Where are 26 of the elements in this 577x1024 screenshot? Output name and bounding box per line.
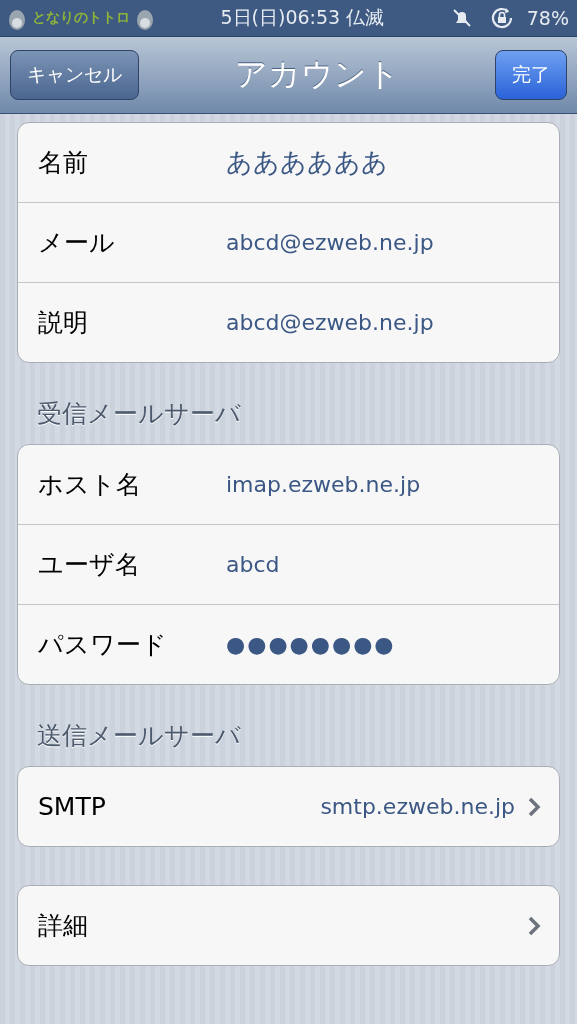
row-label: 詳細 (38, 910, 89, 942)
battery-level: 78% (526, 7, 569, 29)
password-field[interactable]: ●●●●●●●● (226, 632, 541, 657)
row-value: smtp.ezweb.ne.jp (319, 794, 515, 819)
cancel-button[interactable]: キャンセル (10, 50, 139, 100)
chevron-icon (527, 795, 541, 818)
row-label: ホスト名 (38, 469, 142, 501)
section-header: 受信メールサーバ (36, 398, 242, 430)
row-label: メール (38, 227, 116, 259)
logo-text: となりのトトロ (32, 9, 130, 27)
row-label: 名前 (38, 147, 89, 179)
done-button[interactable]: 完了 (495, 50, 567, 100)
text-field[interactable]: abcd@ezweb.ne.jp (226, 310, 541, 335)
text-field[interactable]: abcd (226, 552, 541, 577)
chevron-icon (527, 914, 541, 937)
row-label: 説明 (38, 307, 89, 339)
row-label: ユーザ名 (38, 549, 141, 581)
row-label: パスワード (38, 629, 168, 661)
text-field[interactable]: imap.ezweb.ne.jp (226, 472, 541, 497)
row-label: SMTP (38, 792, 107, 821)
section-header: 送信メールサーバ (36, 720, 242, 752)
screen-title: アカウント (233, 54, 401, 95)
text-field[interactable]: abcd@ezweb.ne.jp (226, 230, 541, 255)
text-field[interactable]: ああああああ (226, 145, 541, 180)
bell-muted-icon (450, 7, 473, 29)
status-time: 5日(日)06:53 仏滅 (219, 5, 386, 30)
